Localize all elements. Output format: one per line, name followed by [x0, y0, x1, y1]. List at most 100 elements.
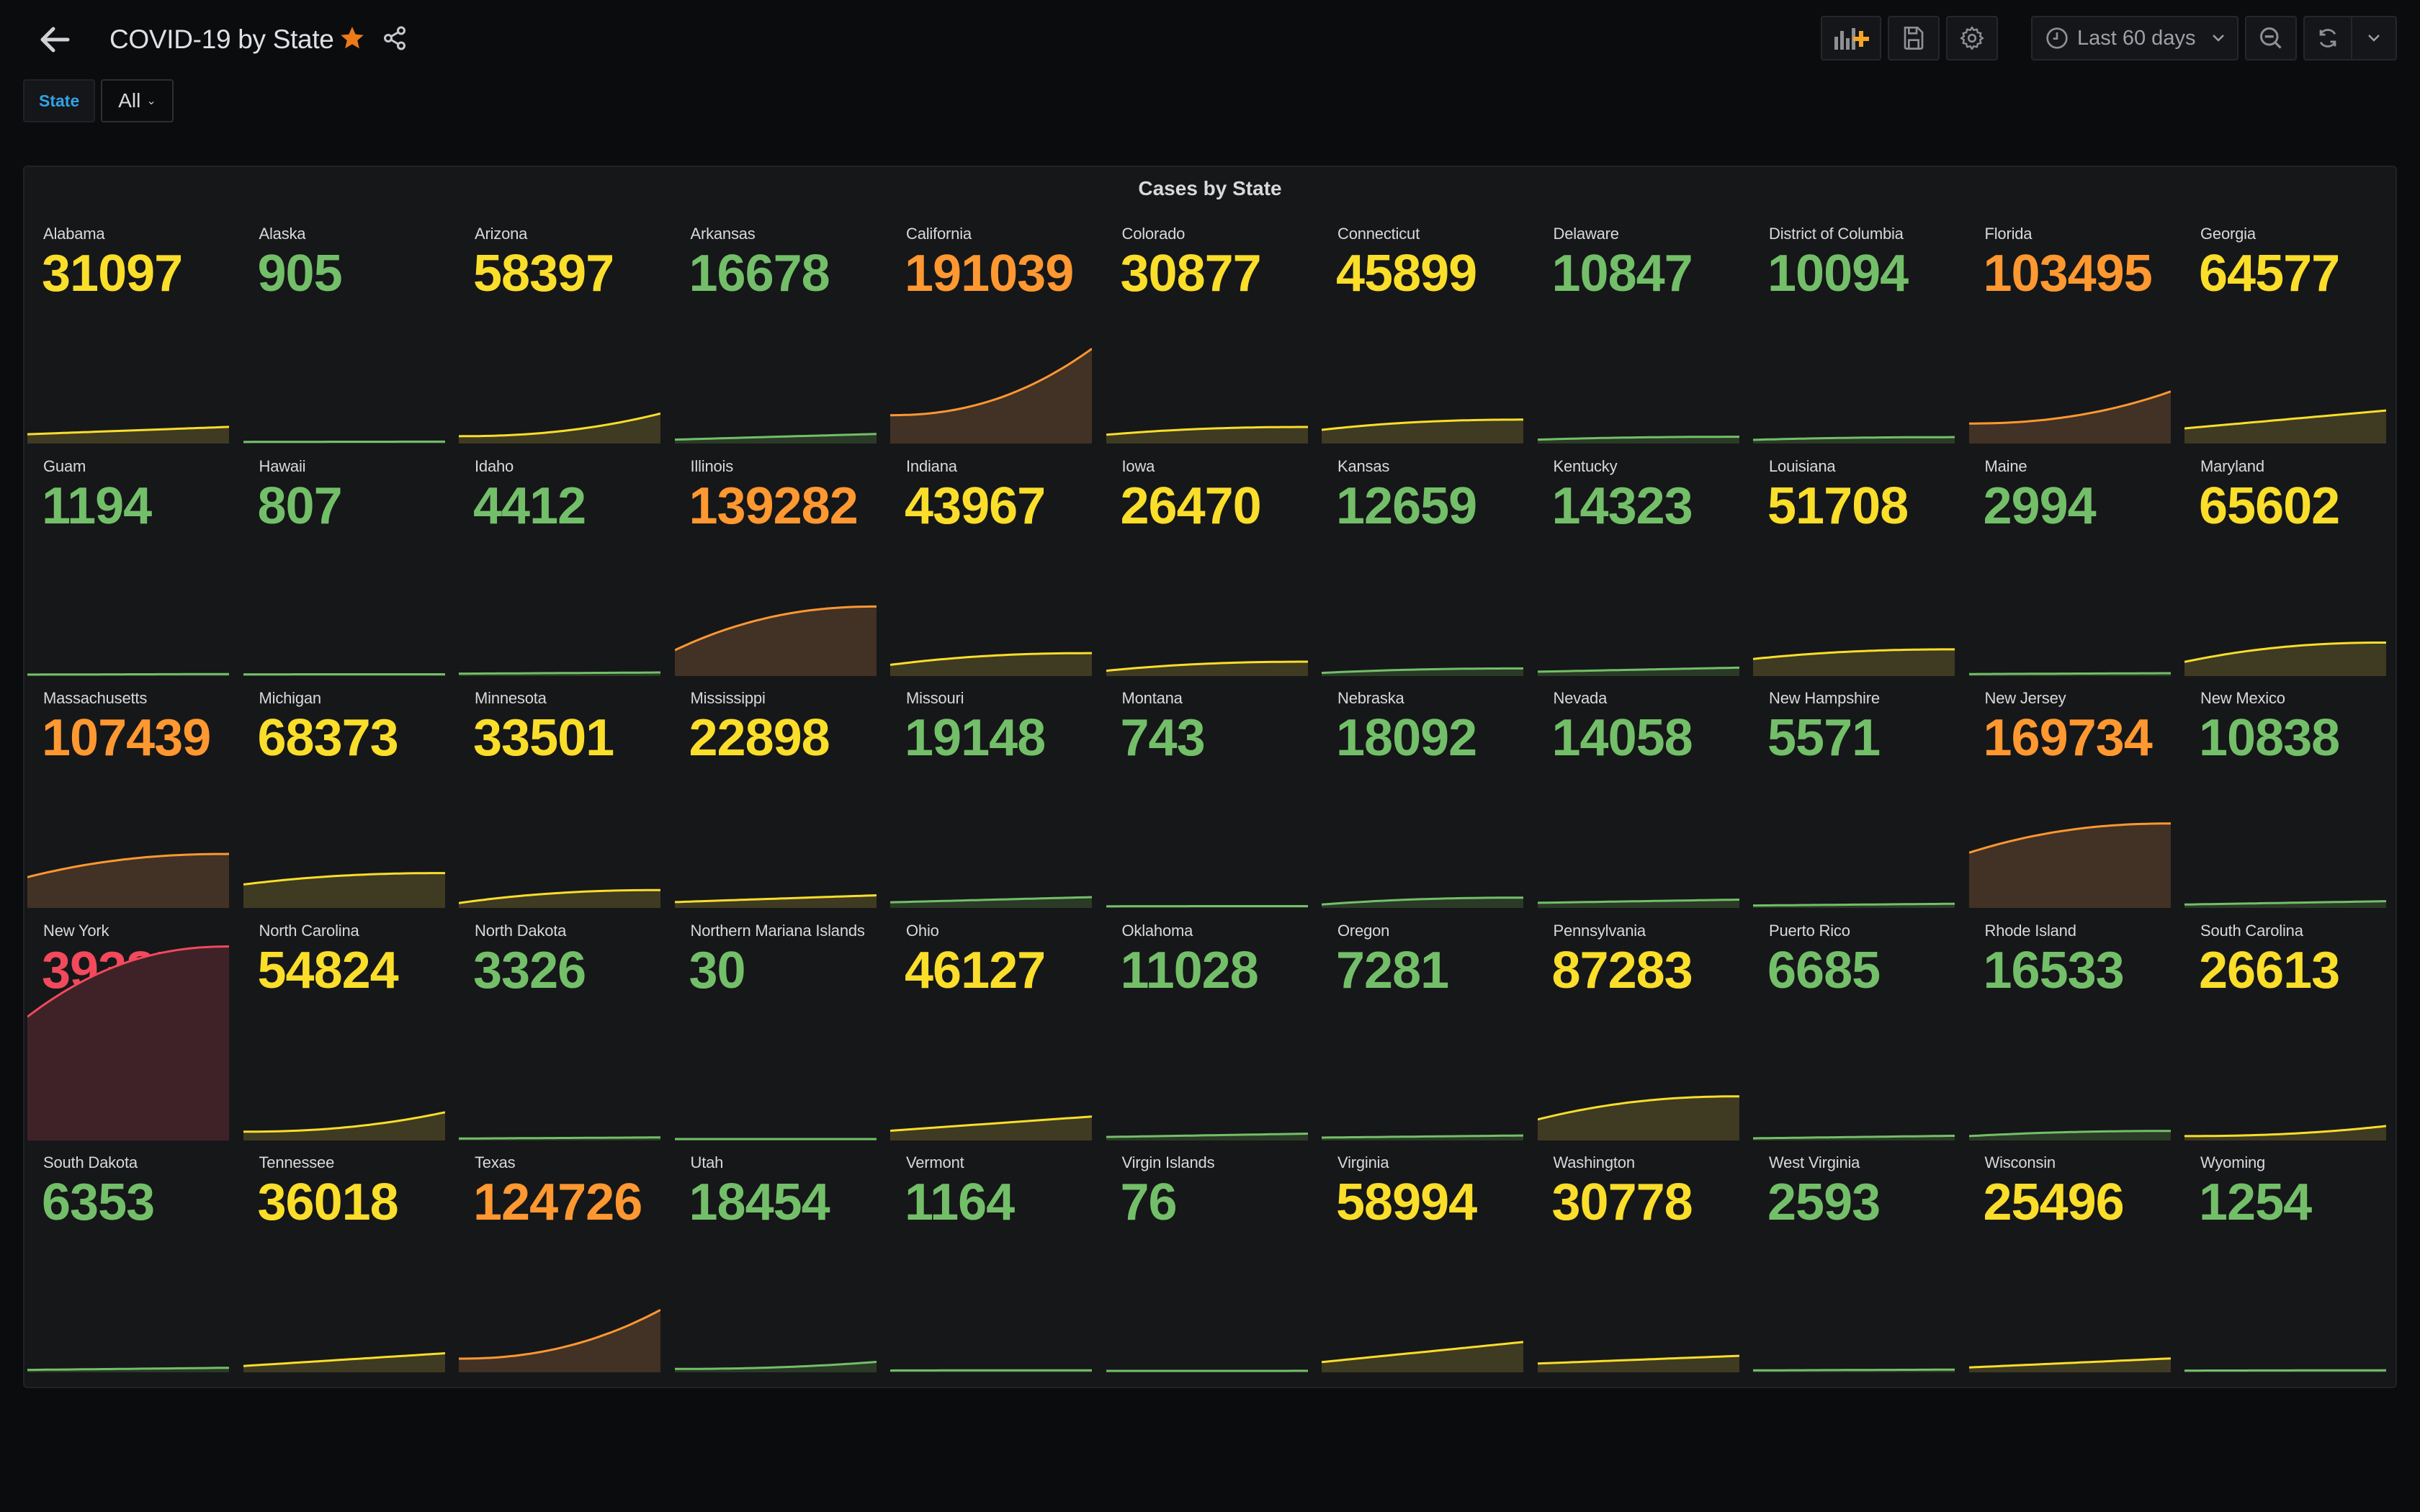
stat-cell[interactable]: Alabama 31097 [27, 219, 229, 444]
sparkline [1753, 1368, 1955, 1372]
sparkline [1106, 426, 1308, 444]
stat-cell[interactable]: Rhode Island 16533 [1968, 916, 2171, 1140]
sparkline [1968, 822, 2171, 908]
star-icon[interactable] [339, 24, 366, 52]
zoom-out-icon [2260, 27, 2282, 49]
stat-cell[interactable]: Guam 1194 [27, 451, 229, 676]
share-icon[interactable] [382, 25, 408, 51]
sparkline [243, 872, 445, 908]
stat-cell[interactable]: West Virginia 2593 [1753, 1148, 1955, 1372]
stat-cell[interactable]: Georgia 64577 [2184, 219, 2386, 444]
stat-cell[interactable]: Florida 103495 [1968, 219, 2171, 444]
stat-cell[interactable]: Alaska 905 [243, 219, 445, 444]
variable-select-state[interactable]: All ⌄ [101, 79, 174, 122]
stat-cell[interactable]: Maine 2994 [1968, 451, 2171, 676]
sparkline-area [1753, 649, 1955, 676]
stat-cell[interactable]: Nevada 14058 [1537, 683, 1739, 908]
stat-cell[interactable]: Delaware 10847 [1537, 219, 1739, 444]
stat-cell[interactable]: Montana 743 [1106, 683, 1308, 908]
stat-cell[interactable]: California 191039 [890, 219, 1092, 444]
sparkline-area [459, 1310, 660, 1372]
stat-cell[interactable]: North Carolina 54824 [243, 916, 445, 1140]
stat-cell[interactable]: Texas 124726 [459, 1148, 660, 1372]
sparkline-area [1968, 823, 2171, 908]
sparkline-area [243, 873, 445, 908]
stat-cell[interactable]: Puerto Rico 6685 [1753, 916, 1955, 1140]
sparkline [243, 1110, 445, 1140]
stat-cell[interactable]: Colorado 30877 [1106, 219, 1308, 444]
sparkline [890, 348, 1092, 444]
stat-cell[interactable]: Washington 30778 [1537, 1148, 1739, 1372]
refresh-icon [2319, 29, 2336, 48]
add-panel-button[interactable] [1821, 16, 1881, 60]
time-range-picker[interactable]: Last 60 days [2031, 16, 2238, 60]
dashboard-settings-button[interactable] [1946, 16, 1998, 60]
stat-cell[interactable]: Maryland 65602 [2184, 451, 2386, 676]
dashboard-title[interactable]: COVID-19 by State [109, 22, 334, 58]
stat-cell[interactable]: Hawaii 807 [243, 451, 445, 676]
stat-cell[interactable]: Virgin Islands 76 [1106, 1148, 1308, 1372]
stat-cell[interactable]: South Carolina 26613 [2184, 916, 2386, 1140]
stat-cell[interactable]: Ohio 46127 [890, 916, 1092, 1140]
sparkline [1322, 1134, 1523, 1140]
sparkline [1968, 1129, 2171, 1140]
back-button[interactable] [35, 22, 75, 58]
stat-cell[interactable]: Arizona 58397 [459, 219, 660, 444]
stat-cell[interactable]: Pennsylvania 87283 [1537, 916, 1739, 1140]
sparkline [243, 440, 445, 444]
sparkline [1753, 436, 1955, 444]
zoom-out-button[interactable] [2245, 16, 2297, 60]
stat-cell[interactable]: New Jersey 169734 [1968, 683, 2171, 908]
clock-icon [2046, 27, 2068, 49]
sparkline [1322, 1341, 1523, 1372]
stat-cell[interactable]: Iowa 26470 [1106, 451, 1308, 676]
save-icon [1904, 27, 1924, 50]
stat-cell[interactable]: North Dakota 3326 [459, 916, 660, 1140]
stat-cell[interactable]: Kansas 12659 [1322, 451, 1523, 676]
save-dashboard-button[interactable] [1888, 16, 1940, 60]
sparkline [1537, 436, 1739, 444]
stat-cell[interactable]: Kentucky 14323 [1537, 451, 1739, 676]
time-range-label: Last 60 days [2077, 26, 2196, 50]
template-variables: State All ⌄ [23, 79, 174, 125]
stat-cell[interactable]: Missouri 19148 [890, 683, 1092, 908]
sparkline [1537, 899, 1739, 908]
sparkline [243, 672, 445, 676]
stat-cell[interactable]: New Hampshire 5571 [1753, 683, 1955, 908]
stat-cell[interactable]: Illinois 139282 [674, 451, 877, 676]
stat-cell[interactable]: Wisconsin 25496 [1968, 1148, 2171, 1372]
stat-cell[interactable]: Wyoming 1254 [2184, 1148, 2386, 1372]
stat-cell[interactable]: New Mexico 10838 [2184, 683, 2386, 908]
sparkline [1322, 418, 1523, 444]
stat-cell[interactable]: Tennessee 36018 [243, 1148, 445, 1372]
sparkline [1968, 672, 2171, 676]
stat-cell[interactable]: Arkansas 16678 [674, 219, 877, 444]
sparkline [1537, 1354, 1739, 1372]
stat-cell[interactable]: Vermont 1164 [890, 1148, 1092, 1372]
refresh-interval-dropdown[interactable] [2352, 17, 2396, 59]
stat-cell[interactable]: Idaho 4412 [459, 451, 660, 676]
stat-cell[interactable]: South Dakota 6353 [27, 1148, 229, 1372]
stat-cell[interactable]: Oklahoma 11028 [1106, 916, 1308, 1140]
panel-title[interactable]: Cases by State [24, 177, 2396, 200]
refresh-button[interactable] [2305, 17, 2352, 59]
sparkline-area [1322, 419, 1523, 444]
stat-cell[interactable]: Louisiana 51708 [1753, 451, 1955, 676]
stat-cell[interactable]: Connecticut 45899 [1322, 219, 1523, 444]
sparkline [27, 1367, 229, 1372]
refresh-button-group [2303, 16, 2397, 60]
stat-cell[interactable]: Mississippi 22898 [674, 683, 877, 908]
stat-cell[interactable]: Nebraska 18092 [1322, 683, 1523, 908]
stat-cell[interactable]: Northern Mariana Islands 30 [674, 916, 877, 1140]
sparkline [27, 426, 229, 444]
stat-cell[interactable]: Oregon 7281 [1322, 916, 1523, 1140]
stat-cell[interactable]: Virginia 58994 [1322, 1148, 1523, 1372]
stat-cell[interactable]: Michigan 68373 [243, 683, 445, 908]
stat-cell[interactable]: District of Columbia 10094 [1753, 219, 1955, 444]
sparkline-area [1537, 1356, 1739, 1372]
stat-cell[interactable]: New York393855 [27, 916, 229, 1140]
stat-cell[interactable]: Indiana 43967 [890, 451, 1092, 676]
stat-cell[interactable]: Minnesota 33501 [459, 683, 660, 908]
stat-cell[interactable]: Massachusetts 107439 [27, 683, 229, 908]
stat-cell[interactable]: Utah 18454 [674, 1148, 877, 1372]
